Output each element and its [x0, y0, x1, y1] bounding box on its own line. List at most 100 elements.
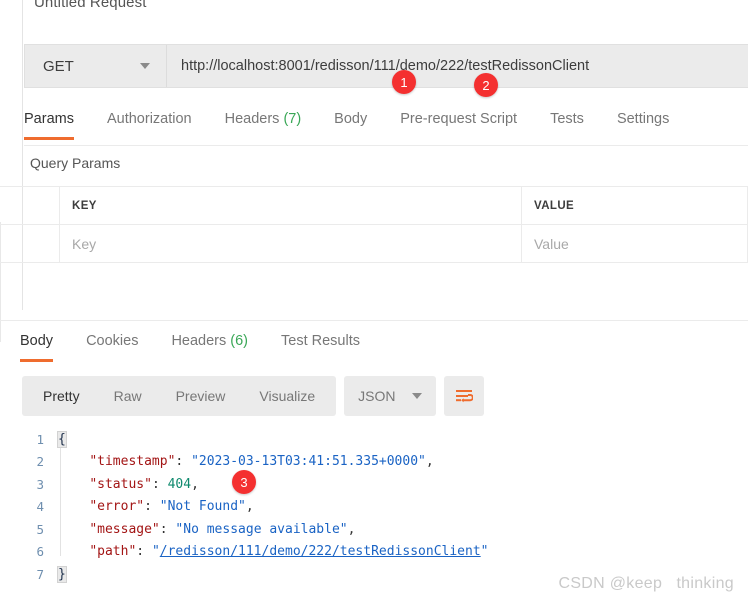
- header-checkbox-cell: [0, 187, 60, 224]
- header-value-cell: VALUE: [522, 187, 748, 224]
- code-token: "path": [89, 544, 137, 560]
- code-line: 6 "path": "/redisson/111/demo/222/testRe…: [24, 541, 748, 564]
- tab-label: Headers: [171, 333, 227, 349]
- code-token: "Not Found": [159, 499, 246, 515]
- format-button-pretty[interactable]: Pretty: [26, 376, 97, 416]
- code-line: 4 "error": "Not Found",: [24, 496, 748, 519]
- format-button-visualize[interactable]: Visualize: [242, 376, 332, 416]
- response-tab-headers[interactable]: Headers (6): [171, 330, 248, 362]
- code-token: }: [57, 565, 67, 583]
- line-number: 1: [36, 431, 44, 447]
- code-token: ,: [245, 499, 254, 515]
- format-button-raw[interactable]: Raw: [97, 376, 159, 416]
- param-key-placeholder: Key: [72, 235, 97, 252]
- response-format-group: Pretty Raw Preview Visualize: [22, 376, 337, 416]
- request-url-input[interactable]: http://localhost:8001/redisson/111/demo/…: [167, 45, 748, 87]
- chevron-down-icon: [411, 393, 422, 399]
- code-token: "message": [89, 521, 160, 537]
- code-token: ": [480, 544, 489, 560]
- url-bar: GET http://localhost:8001/redisson/111/d…: [24, 44, 748, 88]
- code-line: 2 "timestamp": "2023-03-13T03:41:51.335+…: [24, 451, 748, 474]
- code-line: 5 "message": "No message available",: [24, 518, 748, 541]
- tab-label: Settings: [616, 111, 670, 127]
- tab-label: Pre-request Script: [400, 111, 518, 127]
- header-key-cell: KEY: [60, 187, 522, 224]
- query-params-table: KEY VALUE Key Value: [0, 186, 748, 263]
- line-number: 2: [36, 454, 44, 470]
- response-toolbar: Pretty Raw Preview Visualize JSON: [22, 376, 484, 416]
- word-wrap-icon: [455, 390, 473, 403]
- left-panel-rail: [22, 0, 23, 310]
- code-text: {: [57, 430, 748, 448]
- row-checkbox-cell[interactable]: [0, 225, 60, 262]
- param-key-input[interactable]: Key: [60, 225, 522, 262]
- code-token: "2023-03-13T03:41:51.335+0000": [191, 454, 426, 470]
- response-tab-test-results[interactable]: Test Results: [281, 330, 360, 362]
- request-title: Untitled Request: [34, 0, 147, 11]
- code-text: "timestamp": "2023-03-13T03:41:51.335+00…: [58, 454, 748, 469]
- response-tab-bar: Body Cookies Headers (6) Test Results: [20, 330, 748, 366]
- tab-count: (7): [279, 111, 302, 127]
- param-value-placeholder: Value: [534, 235, 569, 252]
- code-text: "message": "No message available",: [58, 522, 748, 537]
- code-token: "timestamp": [89, 454, 176, 470]
- tab-label: Authorization: [106, 111, 192, 127]
- request-response-divider: [0, 320, 748, 321]
- code-token: :: [144, 499, 160, 515]
- http-method-label: GET: [43, 57, 74, 75]
- line-number: 3: [36, 476, 44, 492]
- code-text: "error": "Not Found",: [58, 499, 748, 514]
- code-token: "status": [89, 476, 152, 492]
- column-header-key: KEY: [72, 199, 97, 212]
- annotation-badge-2: 2: [474, 73, 498, 97]
- http-method-select[interactable]: GET: [25, 45, 167, 87]
- code-token: :: [151, 476, 168, 492]
- line-number: 5: [36, 521, 44, 537]
- table-row: Key Value: [0, 225, 748, 263]
- code-line: 3 "status": 404,: [24, 473, 748, 496]
- tab-body[interactable]: Body: [334, 108, 367, 140]
- code-text: "status": 404,: [58, 477, 748, 492]
- response-language-label: JSON: [358, 388, 396, 404]
- tab-settings[interactable]: Settings: [617, 108, 669, 140]
- code-text: "path": "/redisson/111/demo/222/testRedi…: [58, 544, 748, 559]
- tab-label: Body: [334, 111, 368, 127]
- line-number: 4: [36, 499, 44, 515]
- code-token: {: [57, 430, 67, 448]
- format-button-preview[interactable]: Preview: [159, 376, 243, 416]
- tab-pre-request-script[interactable]: Pre-request Script: [400, 108, 517, 140]
- table-header-row: KEY VALUE: [0, 187, 748, 225]
- tab-tests[interactable]: Tests: [550, 108, 584, 140]
- tab-label: Params: [24, 111, 74, 127]
- code-line: 1{: [24, 428, 748, 451]
- code-token: :: [159, 521, 176, 537]
- tab-label: Cookies: [86, 333, 139, 349]
- code-token: "No message available": [175, 521, 348, 537]
- code-token: ": [151, 544, 160, 560]
- code-token: :: [136, 544, 152, 560]
- tab-label: Tests: [550, 111, 584, 127]
- tab-label: Test Results: [281, 333, 360, 349]
- code-token: "error": [89, 499, 145, 515]
- response-language-select[interactable]: JSON: [344, 376, 436, 416]
- tab-params[interactable]: Params: [24, 108, 74, 140]
- word-wrap-button[interactable]: [443, 376, 484, 416]
- tab-headers[interactable]: Headers (7): [225, 108, 302, 140]
- chevron-down-icon: [140, 63, 150, 69]
- code-token: :: [175, 454, 192, 470]
- code-token: /redisson/111/demo/222/testRedissonClien…: [159, 544, 481, 560]
- line-number: 7: [36, 566, 44, 582]
- column-header-value: VALUE: [534, 199, 575, 212]
- code-token: ,: [191, 476, 199, 492]
- tab-label: Headers: [224, 111, 280, 127]
- response-tab-cookies[interactable]: Cookies: [86, 330, 138, 362]
- tab-label: Body: [20, 333, 54, 349]
- tab-authorization[interactable]: Authorization: [107, 108, 192, 140]
- response-tab-body[interactable]: Body: [20, 330, 54, 362]
- param-value-input[interactable]: Value: [522, 225, 748, 262]
